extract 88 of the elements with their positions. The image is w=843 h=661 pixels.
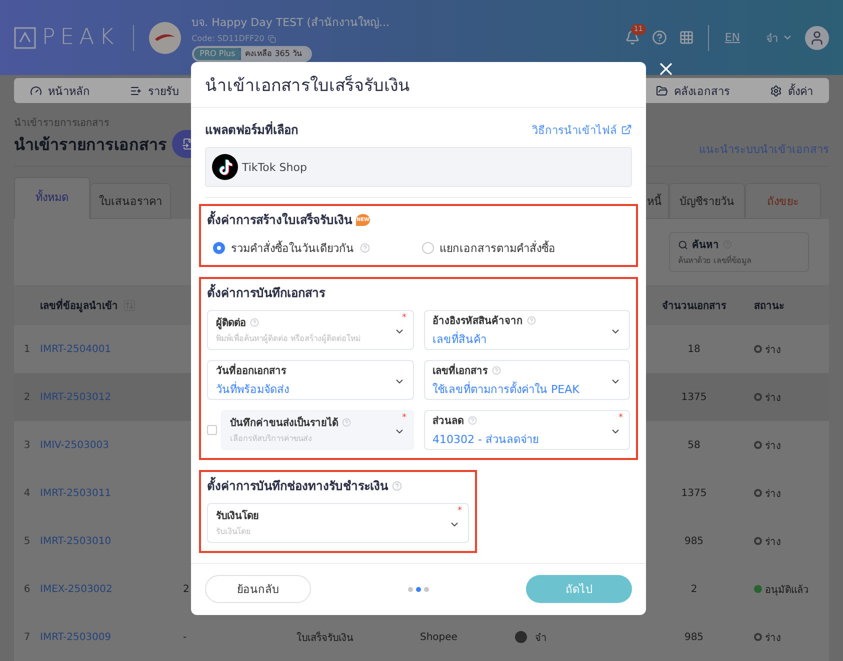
field-label: บันทึกค่าขนส่งเป็นรายได้	[230, 415, 338, 430]
how-to-link[interactable]: วิธีการนำเข้าไฟล์	[532, 120, 617, 138]
tab[interactable]: ทั้งหมด	[14, 177, 90, 219]
field-value: วันที่พร้อมจัดส่ง	[216, 380, 290, 398]
company-code: Code: SD11DFF20	[192, 34, 264, 43]
import-id-link[interactable]: IMEX-2503002	[40, 584, 175, 594]
creator-name: จ๋า	[535, 632, 547, 644]
table-cell-text: 2	[690, 584, 698, 594]
status-text: ร่าง	[765, 632, 781, 644]
select-field[interactable]: วันที่ออกเอกสาร วันที่พร้อมจัดส่ง	[207, 360, 414, 400]
import-id-link[interactable]: IMRT-2503009	[40, 632, 175, 642]
table-cell-text: -	[182, 632, 188, 642]
required-mark: *	[402, 413, 406, 423]
import-id-link[interactable]: IMRT-2503011	[40, 488, 175, 498]
platform-name: TikTok Shop	[242, 160, 307, 174]
table-cell-text: 985	[683, 536, 705, 546]
row-number: 1	[22, 344, 32, 354]
import-id-link[interactable]: IMRT-2504001	[40, 344, 175, 354]
select-field[interactable]: ส่วนลด 410302 - ส่วนลดจ่าย *	[424, 410, 630, 450]
required-mark: *	[402, 313, 406, 323]
section-heading: แพลตฟอร์มที่เลือก	[205, 120, 298, 139]
select-input[interactable]: รับเงินโดย	[216, 525, 448, 539]
table-cell-text: 985	[683, 632, 705, 642]
section-heading: ตั้งค่าการบันทึกเอกสาร	[207, 283, 630, 302]
page-title: นำเข้ารายการเอกสาร	[14, 134, 167, 156]
table-cell-text: 18	[686, 344, 702, 354]
field-label: อ้างอิงรหัสสินค้าจาก	[432, 314, 522, 328]
column-header: เลขที่ข้อมูลนำเข้า	[40, 298, 118, 312]
import-id-link[interactable]: IMRT-2503012	[40, 392, 175, 402]
table-cell-text: 1375	[680, 488, 708, 498]
field-label: ส่วนลด	[432, 415, 464, 428]
radio-label[interactable]: รวมคำสั่งซื้อในวันเดียวกัน	[231, 239, 354, 257]
column-header: สถานะ	[754, 300, 784, 312]
section-heading: ตั้งค่าการสร้างใบเสร็จรับเงิน	[207, 210, 352, 229]
row-number: 4	[22, 488, 32, 498]
select-field[interactable]: รับเงินโดย รับเงินโดย *	[207, 503, 469, 543]
row-number: 2	[22, 392, 32, 402]
status-text: ร่าง	[765, 536, 781, 548]
required-mark: *	[458, 506, 462, 516]
tab[interactable]: บัญชีรายวัน	[669, 183, 745, 219]
table-cell-text: Shopee	[419, 632, 458, 642]
field-value: เลขที่สินค้า	[432, 330, 488, 348]
search-label: ค้นหา	[692, 238, 719, 252]
search-input[interactable]: ค้นหาด้วย เลขที่ข้อมูล	[678, 254, 800, 267]
status-text: ร่าง	[765, 440, 781, 452]
required-mark: *	[618, 413, 623, 423]
import-id-link[interactable]: IMRT-2503010	[40, 536, 175, 546]
user-name[interactable]: จ๋า	[766, 28, 778, 46]
field-label: วันที่ออกเอกสาร	[216, 363, 286, 378]
select-input[interactable]: พิมพ์เพื่อค้นหาผู้ติดต่อ หรือสร้างผู้ติดต่อใหม่	[216, 332, 392, 346]
row-number: 3	[22, 440, 32, 450]
import-id-link[interactable]: IMIV-2503003	[40, 440, 175, 450]
back-button[interactable]: ย้อนกลับ	[205, 575, 311, 603]
row-number: 6	[22, 584, 32, 594]
tab[interactable]: ใบเสนอราคา	[90, 183, 171, 219]
status-text: ร่าง	[765, 344, 781, 356]
select-field[interactable]: อ้างอิงรหัสสินค้าจาก เลขที่สินค้า	[424, 310, 630, 350]
remaining-days: คงเหลือ 365 วัน	[241, 48, 310, 60]
status-text: ร่าง	[765, 488, 781, 500]
dialog-title: นำเข้าเอกสารใบเสร็จรับเงิน	[191, 62, 646, 108]
company-name: บจ. Happy Day TEST (สำนักงานใหญ่...	[192, 15, 390, 31]
table-cell-text: ใบเสร็จรับเงิน	[296, 630, 354, 644]
select-field[interactable]: ผู้ติดต่อ พิมพ์เพื่อค้นหาผู้ติดต่อ หรือสร้างผู้ติดต่อใหม่ *	[207, 310, 414, 350]
plan-badge: PRO Plus	[194, 48, 242, 60]
field-value: ใช้เลขที่ตามการตั้งค่าใน PEAK	[432, 380, 580, 398]
table-cell-text: 58	[686, 440, 702, 450]
row-number: 5	[22, 536, 32, 546]
column-header: จำนวนเอกสาร	[662, 300, 726, 312]
search-field[interactable]: ค้นหา ค้นหาด้วย เลขที่ข้อมูล	[669, 232, 809, 272]
field-label: เลขที่เอกสาร	[432, 363, 488, 378]
table-cell-text: 1375	[680, 392, 708, 402]
field-value: 410302 - ส่วนลดจ่าย	[432, 432, 540, 448]
tab[interactable]: ถังขยะ	[745, 183, 821, 219]
nav-item[interactable]: หน้าหลัก	[30, 82, 90, 100]
status-text: อนุมัติแล้ว	[765, 584, 809, 596]
radio-label[interactable]: แยกเอกสารตามคำสั่งซื้อ	[440, 239, 556, 257]
section-heading: ตั้งค่าการบันทึกช่องทางรับชำระเงิน	[207, 476, 388, 495]
logo: PEAK	[42, 25, 119, 50]
field-label: รับเงินโดย	[216, 508, 259, 523]
nav-item[interactable]: ตั้งค่า	[770, 82, 813, 100]
nav-item[interactable]: รายรับ	[130, 82, 179, 100]
language-link[interactable]: EN	[724, 31, 740, 44]
select-field[interactable]: เลขที่เอกสาร ใช้เลขที่ตามการตั้งค่าใน PEAK	[424, 360, 630, 400]
field-label: ผู้ติดต่อ	[216, 316, 246, 330]
next-button[interactable]: ถัดไป	[526, 575, 632, 603]
row-number: 7	[22, 632, 32, 642]
nav-item[interactable]: คลังเอกสาร	[656, 82, 730, 100]
status-text: ร่าง	[765, 392, 781, 404]
